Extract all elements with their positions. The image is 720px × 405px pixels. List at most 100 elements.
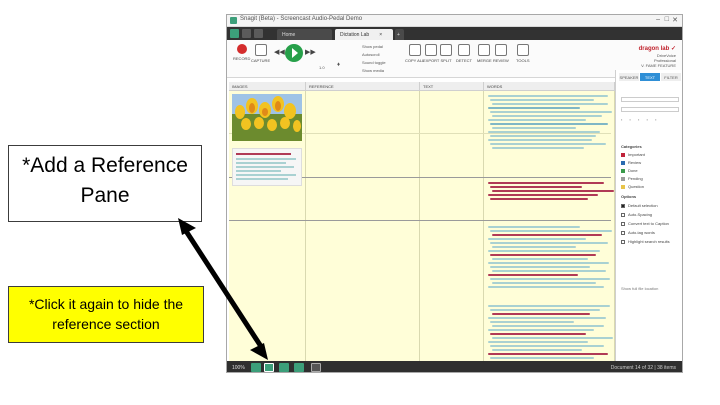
word-line — [492, 147, 584, 149]
option-item[interactable]: Highlight search results — [621, 239, 670, 244]
word-line — [492, 115, 602, 117]
column-header-images[interactable]: IMAGES — [229, 82, 306, 91]
app-menu-icon[interactable] — [230, 29, 239, 38]
panel-search-field[interactable] — [621, 107, 679, 112]
brand-sub-line: V. FAME FEATURE — [641, 63, 676, 68]
column-header-words[interactable]: WORDS — [484, 82, 615, 91]
option-label: Auto-tag words — [628, 230, 655, 235]
category-item[interactable]: Pending — [621, 176, 643, 181]
option-label: Auto-Spacing — [628, 212, 653, 217]
word-line — [488, 250, 600, 252]
mic-icon[interactable]: ♦ — [337, 62, 340, 68]
option-checkbox[interactable] — [621, 221, 625, 226]
export-button[interactable]: EXPORT — [423, 44, 439, 63]
close-tab-icon[interactable]: × — [379, 32, 382, 38]
option-checkbox[interactable] — [621, 203, 625, 208]
column-images-label: IMAGES — [232, 84, 248, 89]
word-line — [490, 99, 594, 101]
category-item[interactable]: Review — [621, 160, 641, 165]
minimize-button[interactable]: – — [656, 16, 660, 23]
review-icon — [494, 44, 507, 56]
option-item[interactable]: Default selection — [621, 203, 658, 208]
option-autoscroll[interactable]: Autoscroll — [362, 52, 380, 57]
column-header-reference[interactable]: REFERENCE — [306, 82, 420, 91]
new-tab-button[interactable]: + — [395, 29, 404, 40]
option-item[interactable]: Auto-Spacing — [621, 212, 652, 217]
option-checkbox[interactable] — [621, 239, 625, 244]
category-color-swatch — [621, 152, 625, 157]
category-color-swatch — [621, 184, 625, 189]
detect-button[interactable]: DETECT — [456, 44, 472, 63]
word-line — [488, 238, 586, 240]
option-checkbox[interactable] — [621, 230, 625, 235]
panel-dropdown[interactable] — [621, 97, 679, 102]
save-icon[interactable] — [242, 29, 251, 38]
status-bar: 100% Document 14 of 32 | 38 items — [227, 361, 682, 372]
panel-tab-text[interactable]: TEXT — [640, 73, 660, 81]
column-words-label: WORDS — [487, 84, 503, 89]
record-button[interactable]: RECORD — [233, 44, 250, 61]
review-label: REVIEW — [493, 58, 509, 63]
close-button[interactable]: ✕ — [672, 16, 678, 24]
category-item[interactable]: Important — [621, 152, 645, 157]
reference-pane[interactable] — [306, 91, 420, 361]
panel-tab-filter[interactable]: FILTER — [661, 73, 681, 81]
option-show-pedal[interactable]: Show pedal — [362, 44, 383, 49]
option-item[interactable]: Convert text to Caption — [621, 221, 669, 226]
monitor-icon[interactable] — [311, 363, 321, 372]
thumbnail-view-button[interactable] — [251, 363, 261, 372]
reference-pane-toggle-button[interactable] — [264, 363, 274, 372]
column-text-label: TEXT — [423, 84, 434, 89]
copy-all-button[interactable]: COPY ALL — [405, 44, 424, 63]
split-label: SPLIT — [440, 58, 452, 63]
app-logo-icon — [230, 17, 237, 24]
category-color-swatch — [621, 176, 625, 181]
word-line — [492, 325, 604, 327]
fast-forward-icon[interactable]: ▶▶ — [305, 48, 316, 56]
document-thumbnail[interactable] — [232, 148, 302, 186]
tools-button[interactable]: TOOLS — [516, 44, 530, 63]
panel-footer-link[interactable]: Show full file location — [621, 286, 658, 291]
zoom-level[interactable]: 100% — [232, 365, 245, 371]
review-button[interactable]: REVIEW — [493, 44, 509, 63]
tab-dictation-lab[interactable]: Dictation Lab × — [335, 29, 393, 40]
tools-label: TOOLS — [516, 58, 530, 63]
undo-icon[interactable] — [254, 29, 263, 38]
rewind-icon[interactable]: ◀◀ — [274, 48, 285, 56]
ribbon-toolbar: RECORD CAPTURE ◀◀ ▶▶ 1.0 ♦ Show pedal Au… — [227, 40, 682, 78]
word-line — [492, 258, 588, 260]
word-line — [492, 270, 606, 272]
brand-logo: dragon lab ✓ — [638, 46, 676, 52]
format-icons[interactable]: ▪ ▪ ▪ ▪ ▪ — [621, 117, 660, 122]
tulip-image-thumbnail[interactable] — [232, 94, 302, 141]
option-sound-toggle[interactable]: Sound toggle — [362, 60, 386, 65]
option-item[interactable]: Auto-tag words — [621, 230, 655, 235]
word-line — [488, 107, 580, 109]
word-line — [490, 198, 588, 200]
split-button[interactable]: SPLIT — [440, 44, 452, 63]
words-view-button[interactable] — [294, 363, 304, 372]
play-button[interactable] — [285, 44, 303, 62]
category-label: Review — [628, 160, 642, 165]
tab-home-label: Home — [282, 32, 296, 38]
column-header-text[interactable]: TEXT — [420, 82, 484, 91]
category-item[interactable]: Done — [621, 168, 638, 173]
panel-tab-speaker[interactable]: SPEAKER — [619, 73, 639, 81]
option-show-media[interactable]: Show media — [362, 68, 384, 73]
word-line — [488, 119, 586, 121]
maximize-button[interactable]: □ — [665, 16, 669, 23]
text-column — [420, 91, 484, 361]
option-checkbox[interactable] — [621, 212, 625, 217]
detect-icon — [458, 44, 470, 56]
callout-add-reference-pane: *Add a Reference Pane — [8, 145, 202, 222]
camera-icon — [254, 44, 267, 56]
tab-home[interactable]: Home — [277, 29, 332, 40]
merge-button[interactable]: MERGE — [477, 44, 492, 63]
category-color-swatch — [621, 168, 625, 173]
capture-button[interactable]: CAPTURE — [251, 44, 270, 63]
row-divider — [229, 220, 611, 221]
word-line — [488, 131, 600, 133]
category-item[interactable]: Question — [621, 184, 644, 189]
thumb-line — [236, 162, 286, 164]
text-view-button[interactable] — [279, 363, 289, 372]
